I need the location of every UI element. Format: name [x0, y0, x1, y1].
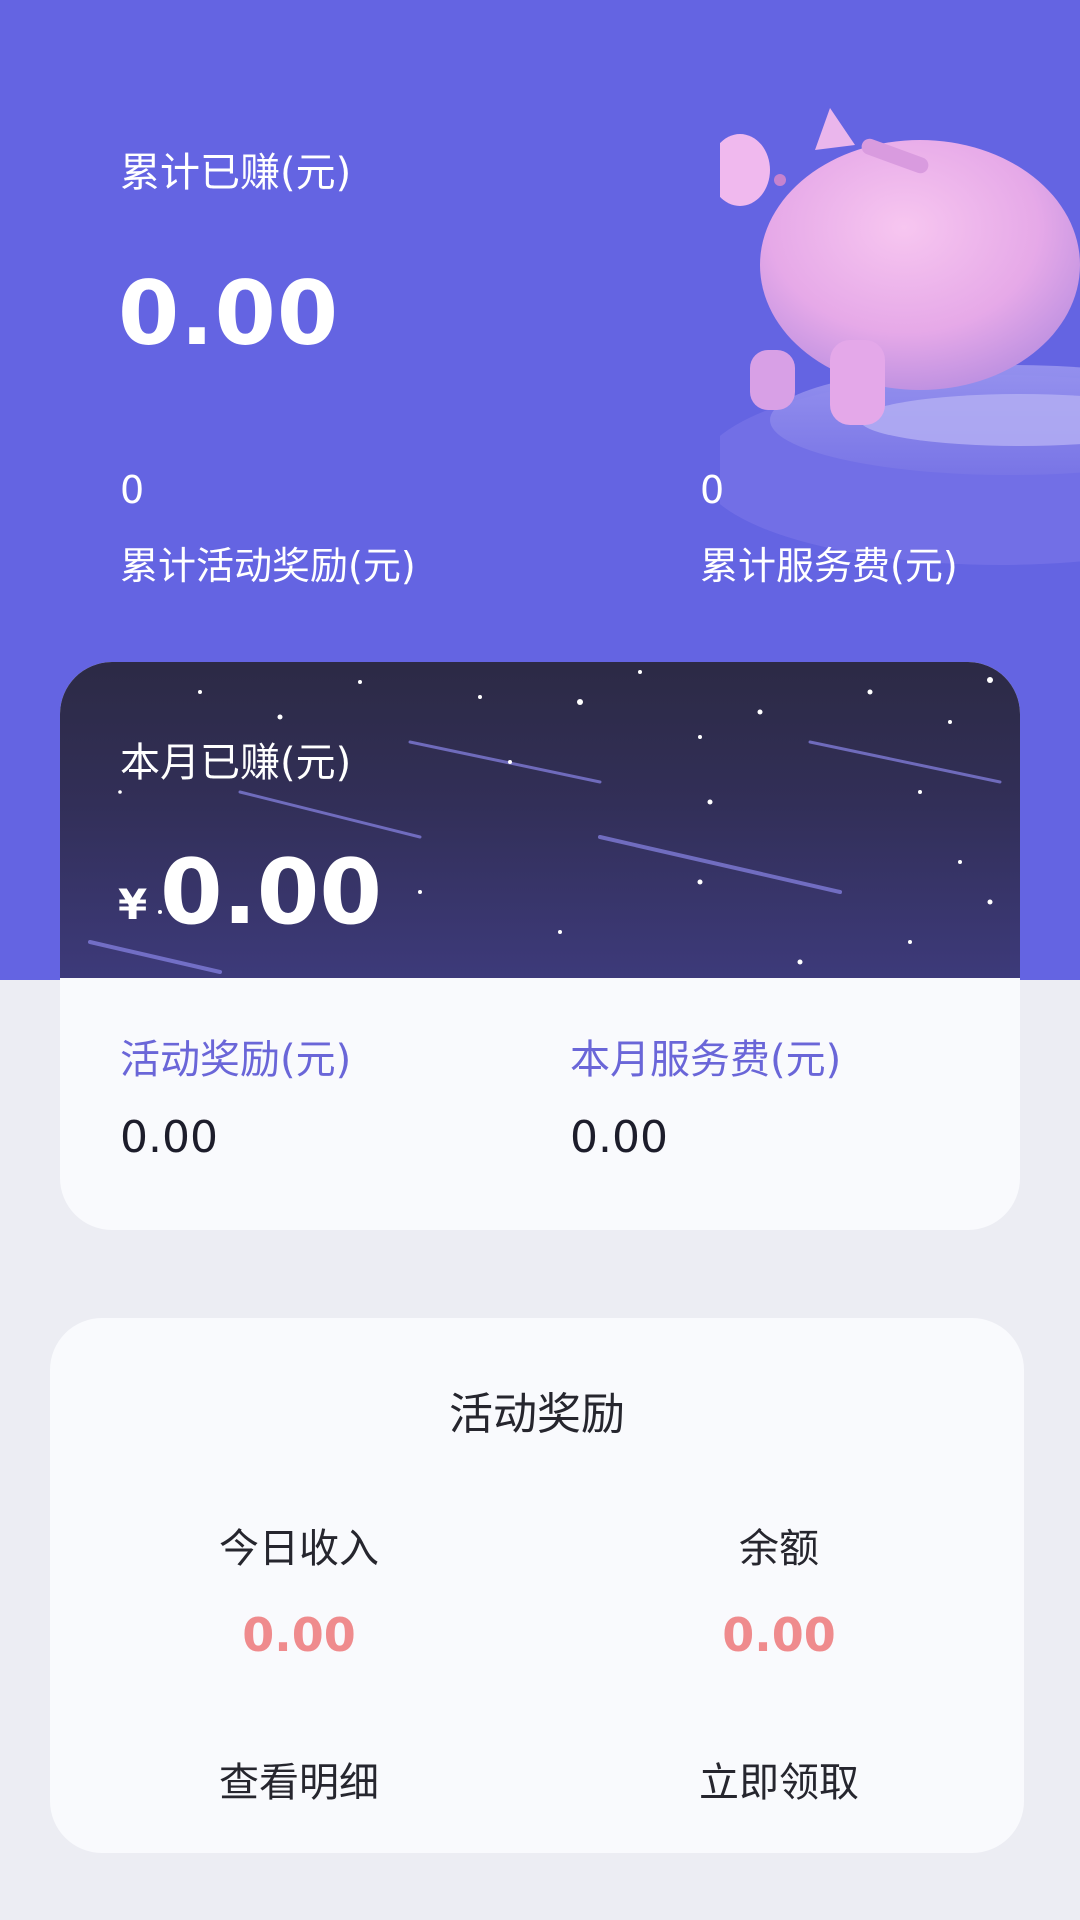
monthly-service-fee-label: 本月服务费(元) — [570, 1037, 842, 1083]
activity-reward-total-label: 累计活动奖励(元) — [120, 544, 416, 588]
today-income-label: 今日收入 — [219, 1526, 379, 1572]
claim-now-button[interactable]: 立即领取 — [599, 1750, 959, 1808]
currency-symbol: ¥ — [118, 880, 148, 929]
monthly-activity-reward-label: 活动奖励(元) — [120, 1037, 352, 1083]
piggy-bank-illustration — [720, 108, 1080, 565]
balance-value: 0.00 — [722, 1608, 836, 1662]
monthly-earned-value: 0.00 — [160, 840, 383, 945]
balance-label: 余额 — [739, 1526, 819, 1572]
activity-reward-card: 活动奖励 今日收入 0.00 查看明细 余额 0.00 立即领取 — [50, 1318, 1024, 1853]
view-details-button[interactable]: 查看明细 — [119, 1750, 479, 1808]
activity-reward-total-value: 0 — [120, 468, 145, 512]
total-earned-label: 累计已赚(元) — [120, 150, 352, 196]
activity-reward-title: 活动奖励 — [449, 1389, 625, 1440]
monthly-earned-label: 本月已赚(元) — [120, 740, 352, 786]
monthly-activity-reward-value: 0.00 — [120, 1112, 218, 1163]
today-income-value: 0.00 — [242, 1608, 356, 1662]
monthly-earnings-banner: 本月已赚(元) ¥ 0.00 — [60, 662, 1020, 978]
service-fee-total-value: 0 — [700, 468, 725, 512]
service-fee-total-label: 累计服务费(元) — [700, 544, 958, 588]
monthly-service-fee-value: 0.00 — [570, 1112, 668, 1163]
monthly-earnings-card: 本月已赚(元) ¥ 0.00 活动奖励(元) 0.00 本月服务费(元) 0.0… — [60, 662, 1020, 1230]
total-earned-value: 0.00 — [118, 262, 340, 365]
